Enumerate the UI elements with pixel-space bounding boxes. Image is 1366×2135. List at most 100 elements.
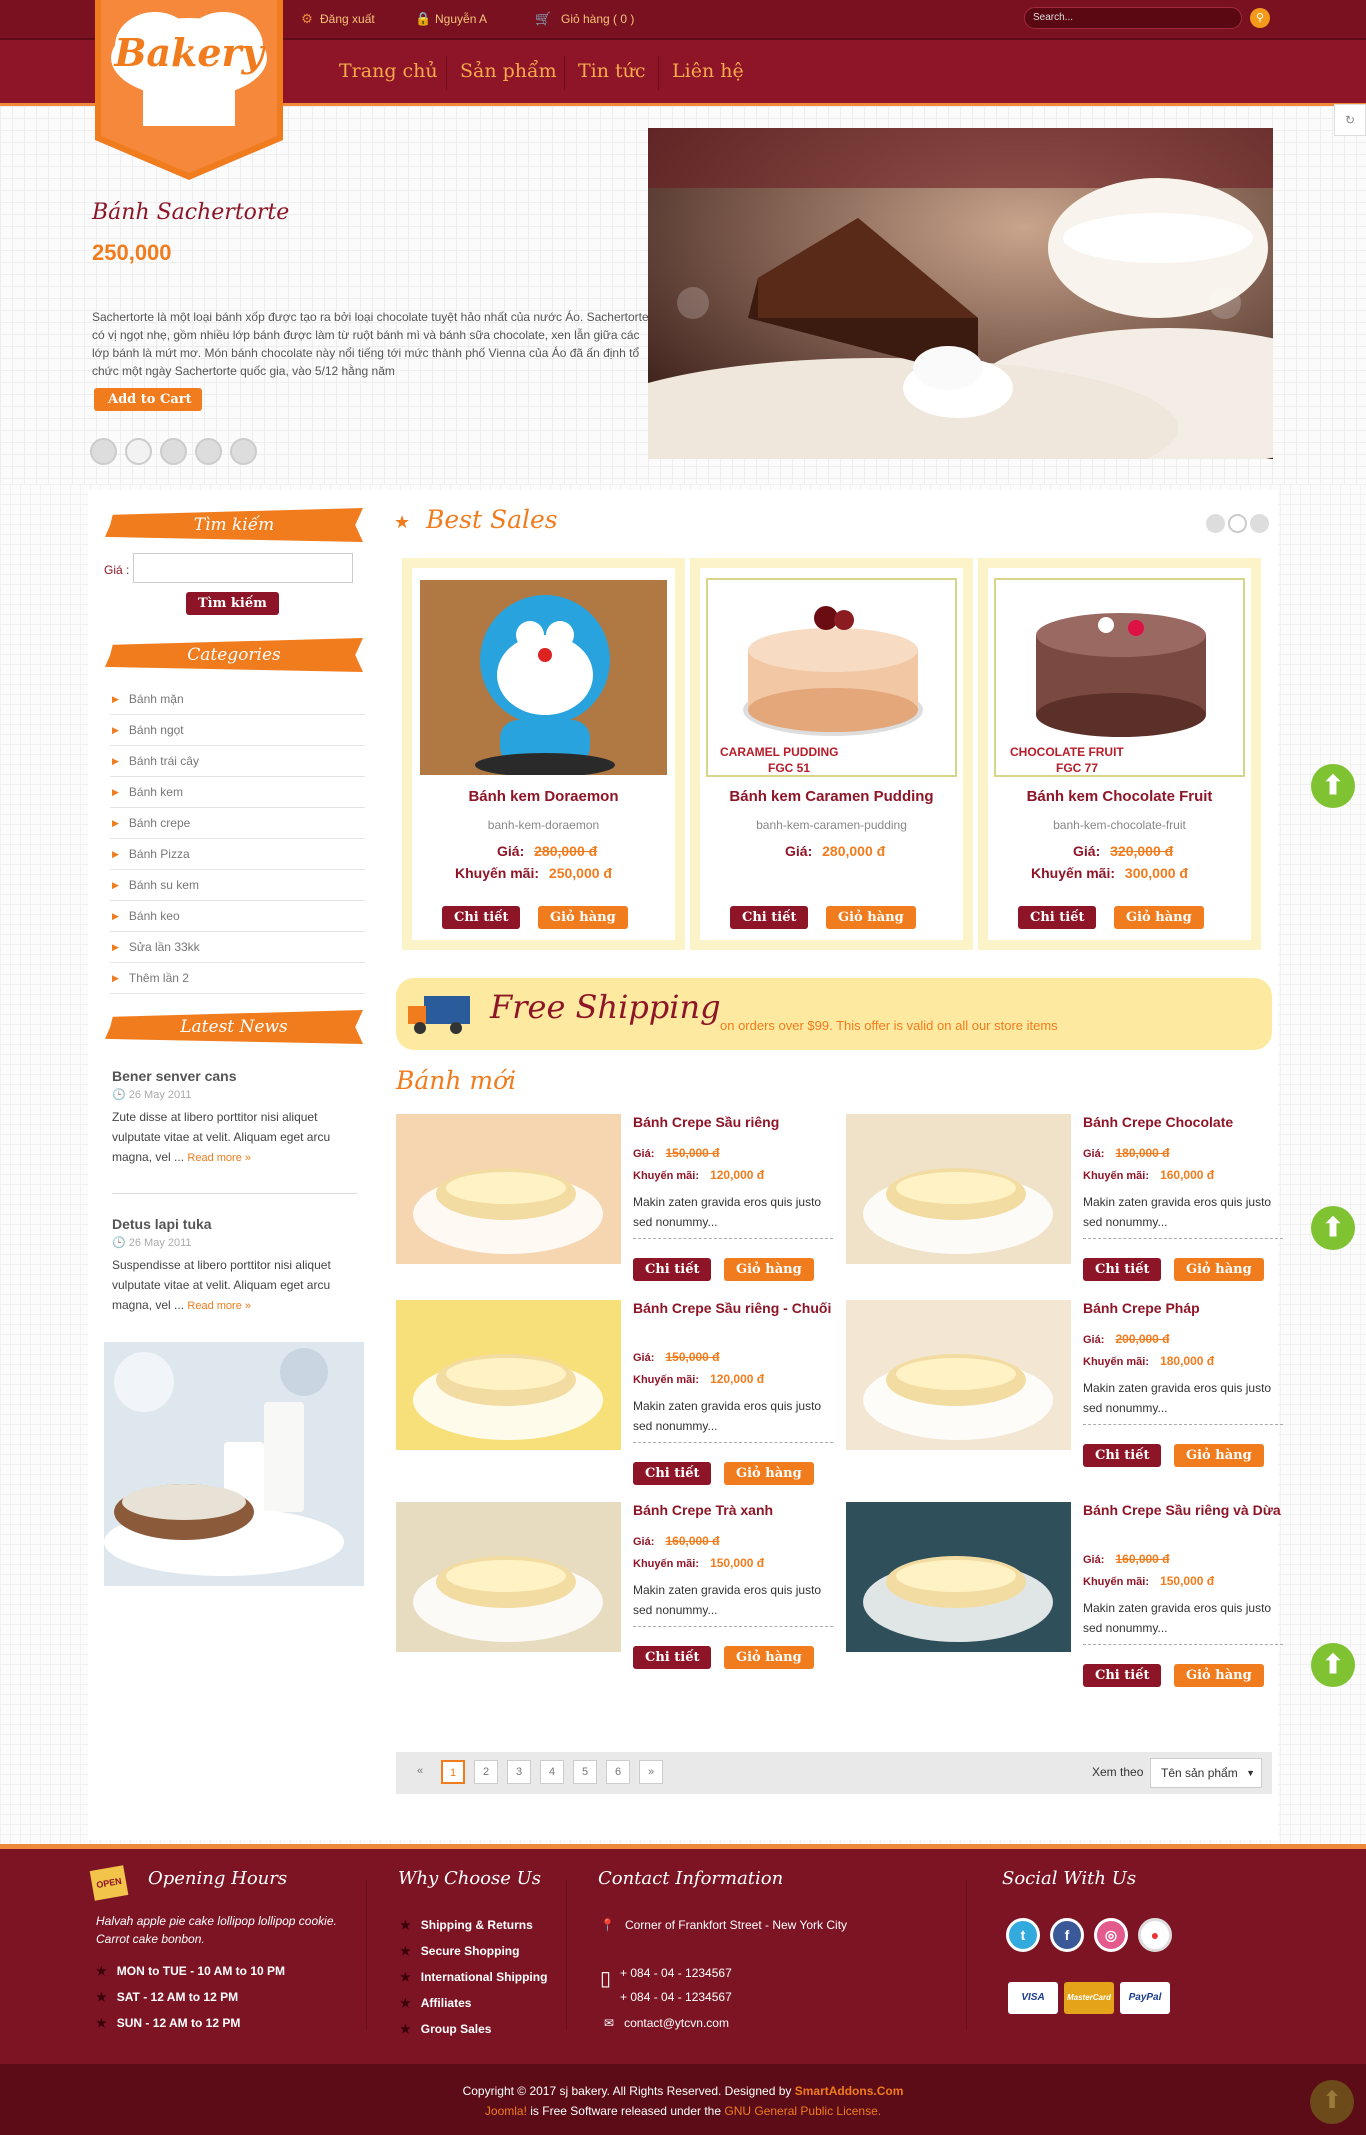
scroll-up-button[interactable]: ⬆: [1311, 764, 1355, 808]
search-button[interactable]: ⚲: [1250, 8, 1270, 28]
detail-button[interactable]: Chi tiết: [633, 1462, 712, 1485]
slide-dot[interactable]: [230, 438, 257, 465]
product-image[interactable]: CARAMEL PUDDING FGC 51: [706, 578, 957, 777]
add-cart-button[interactable]: Giỏ hàng: [724, 1258, 814, 1281]
product-image[interactable]: [418, 578, 669, 777]
product-image[interactable]: [846, 1502, 1071, 1652]
detail-button[interactable]: Chi tiết: [1083, 1258, 1162, 1281]
carousel-dot[interactable]: [1206, 514, 1225, 533]
product-image[interactable]: [396, 1502, 621, 1652]
detail-button[interactable]: Chi tiết: [1083, 1444, 1162, 1467]
detail-button[interactable]: Chi tiết: [1018, 906, 1097, 929]
news-title[interactable]: Detus lapi tuka: [112, 1216, 357, 1232]
sidebar-banner-image[interactable]: [104, 1342, 364, 1586]
why-item[interactable]: ★ Shipping & Returns: [400, 1918, 533, 1932]
category-item[interactable]: ▶ Thêm lần 2: [110, 963, 365, 994]
why-item[interactable]: ★ International Shipping: [400, 1970, 547, 1984]
user-link[interactable]: 🔒 Nguyễn A: [415, 12, 487, 27]
nav-news[interactable]: Tin tức: [578, 60, 646, 82]
logout-link[interactable]: ⚙ Đăng xuất: [300, 12, 375, 27]
back-to-top-button[interactable]: ⬆: [1310, 2080, 1354, 2124]
category-item[interactable]: ▶ Bánh trái cây: [110, 746, 365, 777]
add-cart-button[interactable]: Giỏ hàng: [1174, 1258, 1264, 1281]
product-name[interactable]: Bánh Crepe Trà xanh: [633, 1502, 833, 1518]
scroll-up-button[interactable]: ⬆: [1311, 1643, 1355, 1687]
page-link[interactable]: 1: [441, 1760, 465, 1784]
product-name[interactable]: Bánh Crepe Sầu riêng - Chuối: [633, 1300, 833, 1316]
page-link[interactable]: 5: [573, 1760, 597, 1784]
news-title[interactable]: Bener senver cans: [112, 1068, 357, 1084]
product-name[interactable]: Bánh kem Doraemon: [412, 788, 675, 805]
category-item[interactable]: ▶ Sửa lần 33kk: [110, 932, 365, 963]
scroll-up-button[interactable]: ⬆: [1311, 1206, 1355, 1250]
add-cart-button[interactable]: Giỏ hàng: [538, 906, 628, 929]
slide-dot-active[interactable]: [125, 438, 152, 465]
flickr-icon[interactable]: ●: [1138, 1918, 1172, 1952]
page-link[interactable]: «: [408, 1760, 432, 1784]
license-link[interactable]: GNU General Public License.: [724, 2104, 881, 2118]
nav-home[interactable]: Trang chủ: [339, 60, 438, 82]
category-item[interactable]: ▶ Bánh mặn: [110, 684, 365, 715]
category-item[interactable]: ▶ Bánh su kem: [110, 870, 365, 901]
slide-dot[interactable]: [90, 438, 117, 465]
carousel-dot[interactable]: [1250, 514, 1269, 533]
price-input[interactable]: [133, 553, 353, 583]
sort-select[interactable]: Tên sản phẩm ▼: [1150, 1758, 1262, 1788]
add-to-cart-button[interactable]: Add to Cart: [94, 388, 202, 411]
read-more-link[interactable]: Read more »: [187, 1152, 251, 1164]
category-item[interactable]: ▶ Bánh keo: [110, 901, 365, 932]
refresh-icon[interactable]: ↻: [1334, 104, 1366, 136]
joomla-link[interactable]: Joomla!: [485, 2104, 527, 2118]
page-link[interactable]: 6: [606, 1760, 630, 1784]
cart-link[interactable]: 🛒 Giỏ hàng ( 0 ): [535, 12, 634, 27]
add-cart-button[interactable]: Giỏ hàng: [724, 1646, 814, 1669]
add-cart-button[interactable]: Giỏ hàng: [1174, 1444, 1264, 1467]
detail-button[interactable]: Chi tiết: [633, 1258, 712, 1281]
product-image[interactable]: CHOCOLATE FRUIT FGC 77: [994, 578, 1245, 777]
bakery-logo[interactable]: Bakery: [95, 0, 283, 180]
opening-hours-title: Opening Hours: [148, 1868, 288, 1889]
twitter-icon[interactable]: t: [1006, 1918, 1040, 1952]
add-cart-button[interactable]: Giỏ hàng: [1174, 1664, 1264, 1687]
detail-button[interactable]: Chi tiết: [1083, 1664, 1162, 1687]
category-item[interactable]: ▶ Bánh ngọt: [110, 715, 365, 746]
category-item[interactable]: ▶ Bánh crepe: [110, 808, 365, 839]
product-name[interactable]: Bánh kem Chocolate Fruit: [988, 788, 1251, 805]
slide-dot[interactable]: [195, 438, 222, 465]
product-name[interactable]: Bánh Crepe Chocolate: [1083, 1114, 1283, 1130]
product-image[interactable]: [396, 1114, 621, 1264]
add-cart-button[interactable]: Giỏ hàng: [826, 906, 916, 929]
add-cart-button[interactable]: Giỏ hàng: [724, 1462, 814, 1485]
slide-dot[interactable]: [160, 438, 187, 465]
product-image[interactable]: [846, 1114, 1071, 1264]
nav-products[interactable]: Sản phẩm: [460, 60, 557, 82]
page-link[interactable]: 2: [474, 1760, 498, 1784]
read-more-link[interactable]: Read more »: [187, 1300, 251, 1312]
product-image[interactable]: [846, 1300, 1071, 1450]
category-item[interactable]: ▶ Bánh kem: [110, 777, 365, 808]
why-item[interactable]: ★ Group Sales: [400, 2022, 491, 2036]
product-name[interactable]: Bánh Crepe Sầu riêng: [633, 1114, 833, 1130]
designer-link[interactable]: SmartAddons.Com: [795, 2084, 904, 2098]
product-name[interactable]: Bánh kem Caramen Pudding: [700, 788, 963, 805]
hero-price: 250,000: [92, 240, 172, 265]
detail-button[interactable]: Chi tiết: [442, 906, 521, 929]
product-name[interactable]: Bánh Crepe Sầu riêng và Dừa: [1083, 1502, 1283, 1518]
why-item[interactable]: ★ Secure Shopping: [400, 1944, 519, 1958]
detail-button[interactable]: Chi tiết: [730, 906, 809, 929]
page-link[interactable]: 3: [507, 1760, 531, 1784]
facebook-icon[interactable]: f: [1050, 1918, 1084, 1952]
why-item[interactable]: ★ Affiliates: [400, 1996, 471, 2010]
dribbble-icon[interactable]: ◎: [1094, 1918, 1128, 1952]
page-link[interactable]: »: [639, 1760, 663, 1784]
carousel-dot-active[interactable]: [1228, 514, 1247, 533]
add-cart-button[interactable]: Giỏ hàng: [1114, 906, 1204, 929]
sidebar-search-button[interactable]: Tìm kiếm: [186, 592, 279, 615]
page-link[interactable]: 4: [540, 1760, 564, 1784]
nav-contact[interactable]: Liên hệ: [672, 60, 744, 82]
product-name[interactable]: Bánh Crepe Pháp: [1083, 1300, 1283, 1316]
search-input[interactable]: Search...: [1024, 7, 1242, 29]
product-image[interactable]: [396, 1300, 621, 1450]
category-item[interactable]: ▶ Bánh Pizza: [110, 839, 365, 870]
detail-button[interactable]: Chi tiết: [633, 1646, 712, 1669]
